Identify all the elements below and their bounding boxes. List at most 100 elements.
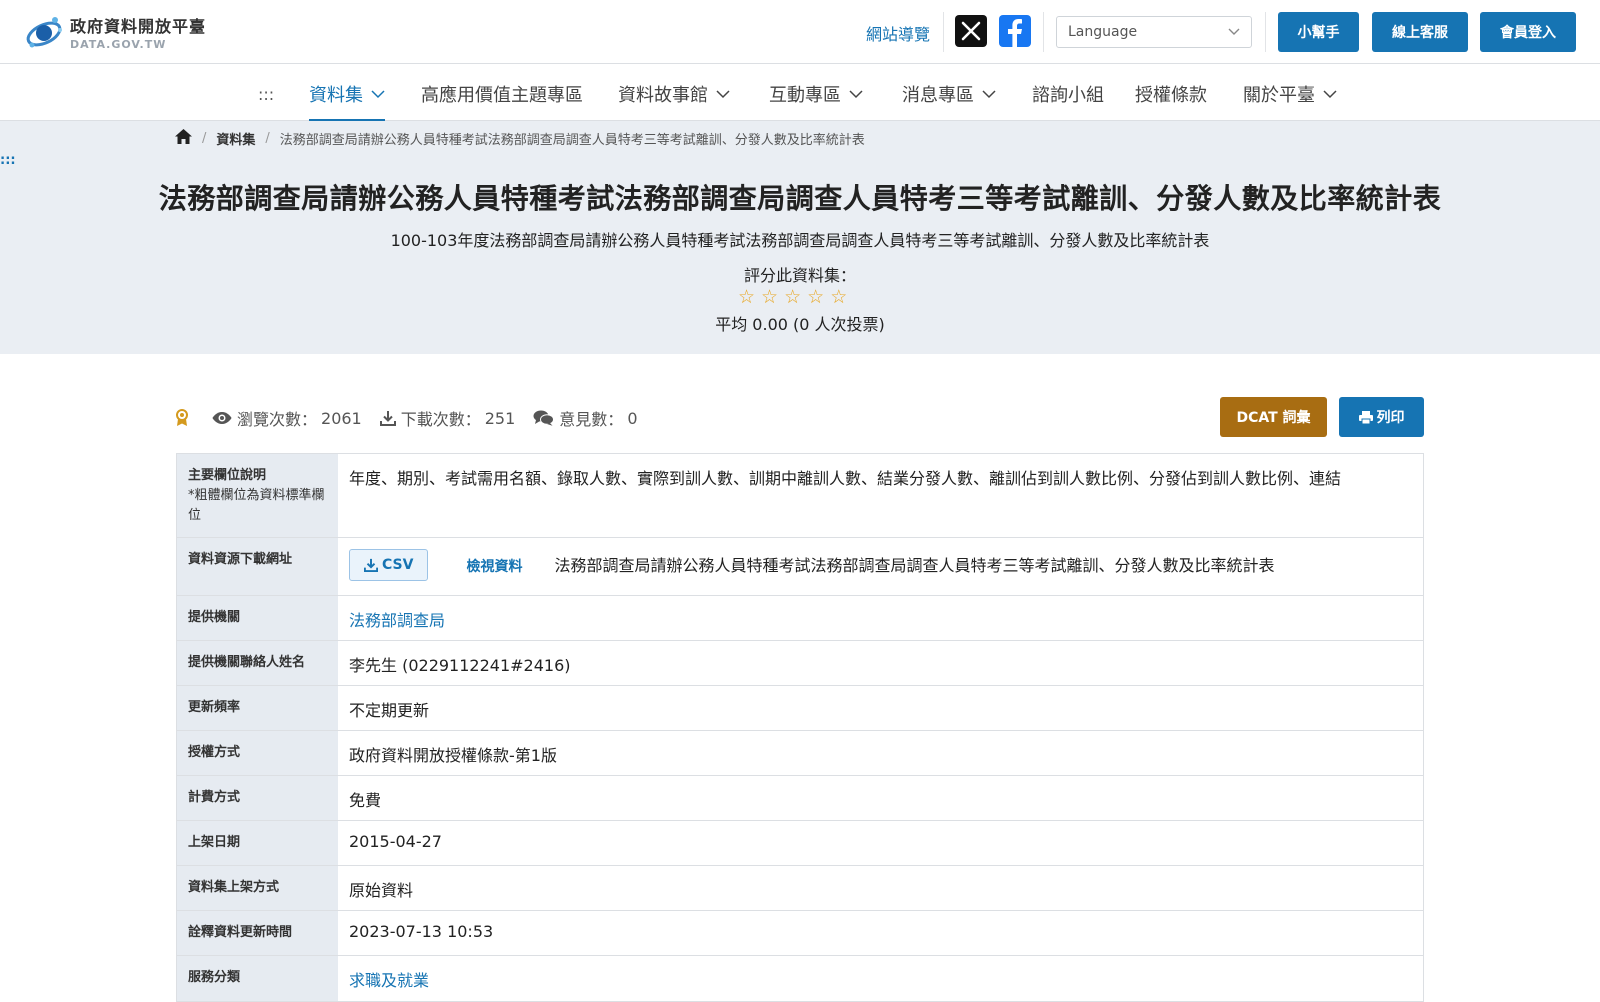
stat-downloads-label: 下載次數： [400,410,481,429]
fee-value: 免費 [349,791,382,810]
stat-comments-label: 意見數： [559,410,624,429]
nav-item-advisory[interactable]: 諮詢小組 [1032,79,1104,109]
divider [1043,12,1044,52]
publish-method-label: 資料集上架方式 [177,866,338,910]
language-select[interactable]: Language [1056,16,1252,48]
divider [1265,12,1266,52]
csv-download-button[interactable]: CSV [349,549,429,581]
nav-item-label: 互動專區 [769,85,841,106]
table-row: 資料資源下載網址 CSV 檢視資料 法務部調查局請辦公務人員特種考試法務部調查局… [177,538,1423,596]
table-row: 服務分類 求職及就業 [177,956,1423,1001]
nav-item-news[interactable]: 消息專區 [902,79,996,109]
helper-button[interactable]: 小幫手 [1278,12,1359,52]
nav-item-interactive[interactable]: 互動專區 [769,79,863,109]
badge-award [175,409,194,427]
rating-stars[interactable]: ☆ ☆ ☆ ☆ ☆ [738,288,847,307]
nav-skip-anchor[interactable]: ::: [258,79,274,109]
dataset-stats: 瀏覽次數： 2061 下載次數： 251 意見數： 0 [175,406,656,430]
sitemap-link[interactable]: 網站導覽 [866,21,930,45]
eye-icon [212,412,232,424]
divider [943,12,944,52]
metadata-updated-label: 詮釋資料更新時間 [177,911,338,955]
nav-item-datasets[interactable]: 資料集 [309,79,385,122]
table-row: 提供機關 法務部調查局 [177,596,1423,641]
view-data-link[interactable]: 檢視資料 [466,556,522,576]
logo-icon [24,12,66,52]
frequency-label: 更新頻率 [177,686,338,730]
table-row: 詮釋資料更新時間 2023-07-13 10:53 [177,911,1423,956]
main-fields-note: *粗體欄位為資料標準欄位 [188,488,325,524]
stat-comments-value: 0 [627,408,638,428]
print-button-label: 列印 [1376,410,1405,426]
language-select-value: Language [1068,24,1138,40]
breadcrumb-separator: / [265,131,270,146]
logo-title: 政府資料開放平臺 [70,17,207,36]
member-login-button[interactable]: 會員登入 [1480,12,1576,52]
x-share-button[interactable] [955,15,987,47]
dataset-description: 100-103年度法務部調查局請辦公務人員特種考試法務部調查局調查人員特考三等考… [390,231,1210,250]
rating-average: 平均 0.00 (0 人次投票) [715,315,885,334]
nav-item-label: 資料故事館 [618,85,708,106]
stat-views-label: 瀏覽次數： [237,410,318,429]
star-icon[interactable]: ☆ [738,288,755,307]
breadcrumb-separator: / [202,131,207,146]
table-row: 計費方式 免費 [177,776,1423,821]
stat-comments: 意見數： 0 [533,406,638,430]
nav-item-label: 資料集 [309,85,363,106]
nav-item-label: 消息專區 [902,85,974,106]
nav-item-label: 高應用價值主題專區 [421,85,583,106]
logo-subtitle: DATA.GOV.TW [70,38,167,51]
dataset-metadata-table: 主要欄位說明 *粗體欄位為資料標準欄位 年度、期別、考試需用名額、錄取人數、實際… [176,453,1424,1002]
award-icon [176,409,188,426]
facebook-icon [1008,19,1022,47]
publish-date-value: 2015-04-27 [349,832,442,851]
resource-cell: CSV 檢視資料 法務部調查局請辦公務人員特種考試法務部調查局調查人員特考三等考… [338,538,1423,595]
chevron-down-icon [1323,89,1337,98]
nav-item-high-value[interactable]: 高應用價值主題專區 [421,79,583,109]
breadcrumb-home[interactable] [175,129,192,148]
contact-value: 李先生 (0229112241#2416) [349,656,571,675]
home-icon [175,129,192,144]
chevron-down-icon [716,89,730,98]
nav-item-stories[interactable]: 資料故事館 [618,79,730,109]
dcat-button[interactable]: DCAT 詞彙 [1220,397,1327,437]
main-fields-label: 主要欄位說明 [188,468,267,483]
content-skip-anchor[interactable]: ::: [0,153,16,168]
chevron-down-icon [849,89,863,98]
breadcrumb-datasets[interactable]: 資料集 [216,129,255,148]
page-title: 法務部調查局請辦公務人員特種考試法務部調查局調查人員特考三等考試離訓、分發人數及… [158,182,1442,215]
stat-views: 瀏覽次數： 2061 [212,406,362,430]
star-icon[interactable]: ☆ [784,288,801,307]
chevron-down-icon [371,89,385,98]
x-icon [961,21,981,41]
nav-item-license[interactable]: 授權條款 [1135,79,1207,109]
site-header: 政府資料開放平臺 DATA.GOV.TW 網站導覽 Language 小幫手 線… [0,0,1600,64]
contact-label: 提供機關聯絡人姓名 [177,641,338,685]
fee-label: 計費方式 [177,776,338,820]
stat-downloads-value: 251 [484,408,516,428]
nav-item-label: 授權條款 [1135,85,1207,106]
facebook-share-button[interactable] [999,15,1031,47]
provider-label: 提供機關 [177,596,338,640]
rating-label: 評分此資料集： [743,266,856,285]
comments-icon [533,410,555,426]
site-logo[interactable]: 政府資料開放平臺 DATA.GOV.TW [24,12,206,52]
chevron-down-icon [982,89,996,98]
breadcrumb: / 資料集 / 法務部調查局請辦公務人員特種考試法務部調查局調查人員特考三等考試… [175,129,865,148]
star-icon[interactable]: ☆ [807,288,824,307]
star-icon[interactable]: ☆ [761,288,778,307]
star-icon[interactable]: ☆ [830,288,847,307]
nav-item-about[interactable]: 關於平臺 [1243,79,1337,109]
nav-item-label: 關於平臺 [1243,85,1315,106]
table-row: 上架日期 2015-04-27 [177,821,1423,866]
frequency-value: 不定期更新 [349,701,430,720]
online-support-button[interactable]: 線上客服 [1372,12,1468,52]
metadata-updated-value: 2023-07-13 10:53 [349,922,494,941]
print-button[interactable]: 列印 [1339,397,1424,437]
publish-method-value: 原始資料 [349,881,414,900]
row-label: 主要欄位說明 *粗體欄位為資料標準欄位 [177,454,338,537]
stat-downloads: 下載次數： 251 [379,406,516,430]
csv-download-label: CSV [382,557,414,573]
category-link[interactable]: 求職及就業 [349,967,429,991]
provider-link[interactable]: 法務部調查局 [349,607,445,631]
